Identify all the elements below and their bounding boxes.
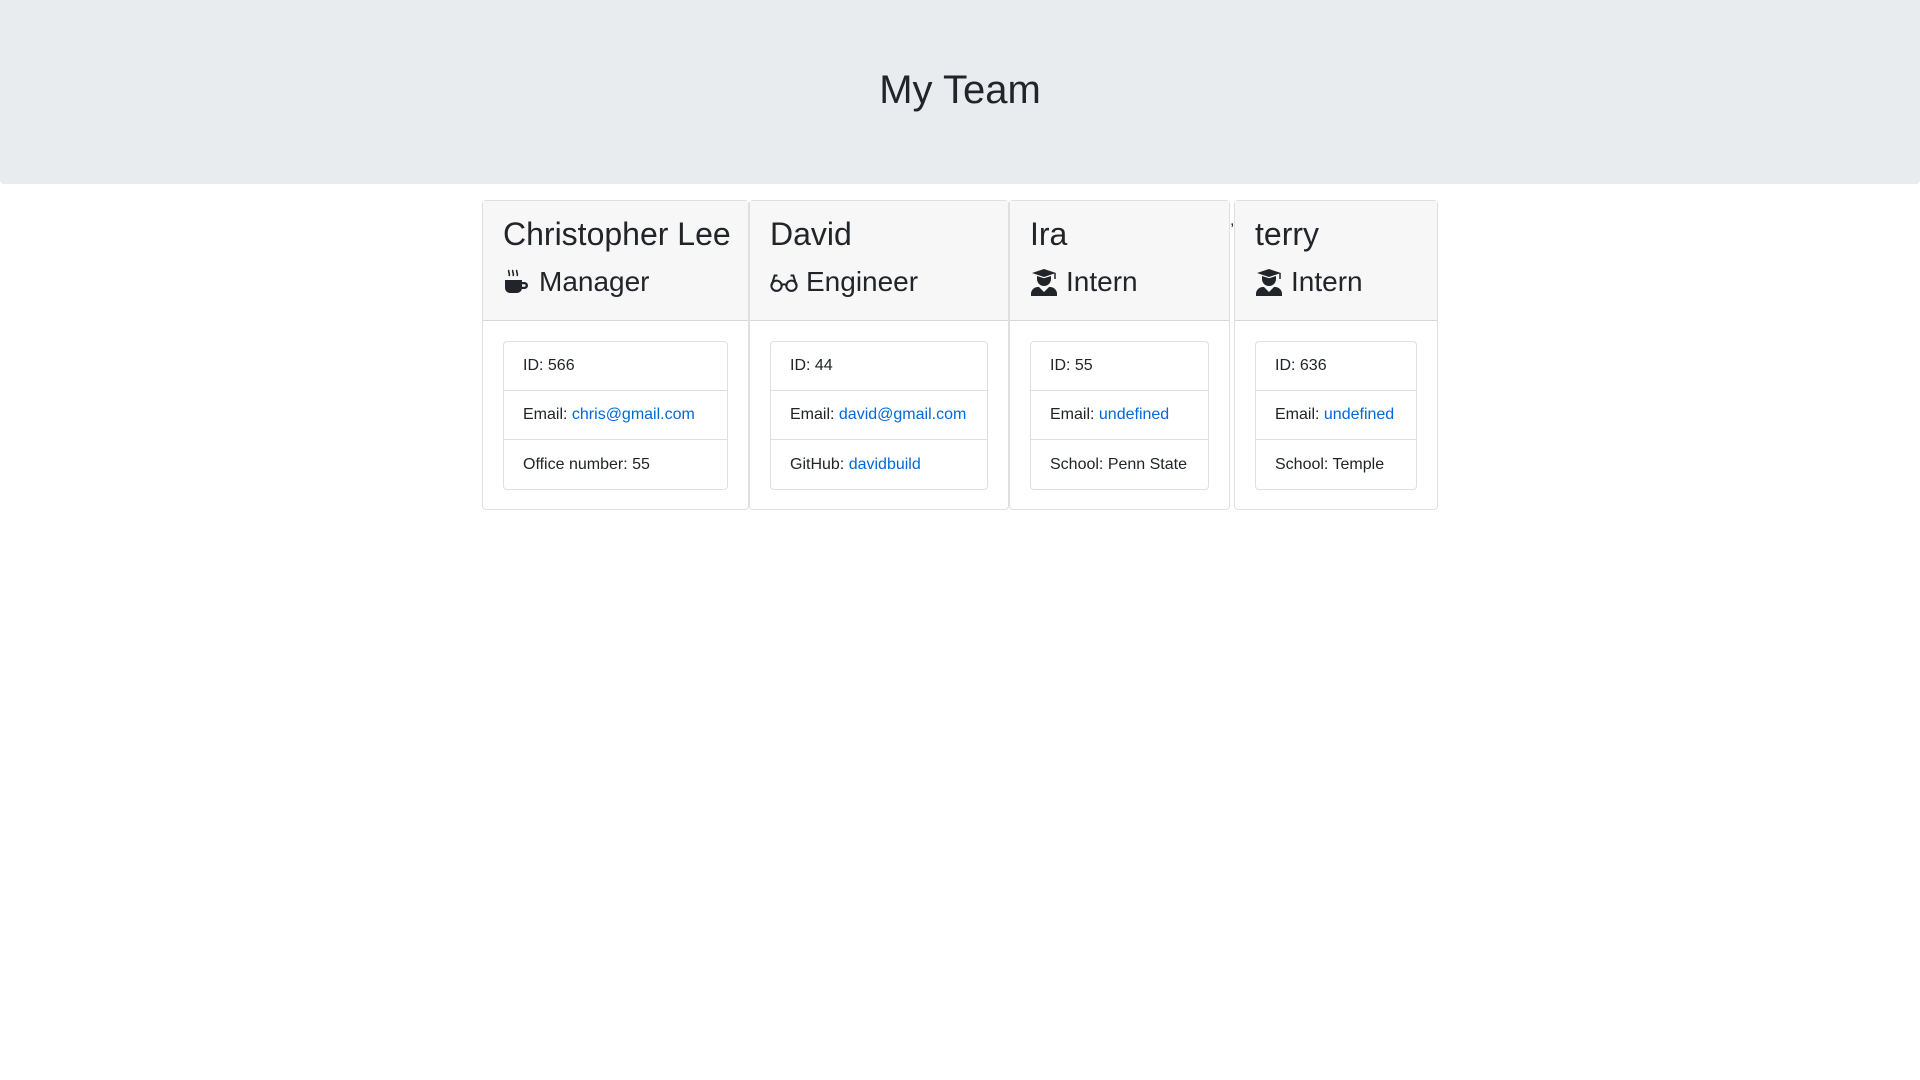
employee-card-manager: Christopher Lee Manager ID: 566 Email: c… — [482, 200, 749, 510]
employee-card-engineer: David Engineer ID: 44 Email: david@gmail… — [749, 200, 1009, 510]
employee-name: Christopher Lee — [503, 216, 731, 252]
email-label: Email: — [790, 406, 835, 423]
email-label: Email: — [523, 406, 568, 423]
employee-details: ID: 566 Email: chris@gmail.com Office nu… — [503, 341, 728, 490]
page-title: My Team — [879, 67, 1041, 112]
email-label: Email: — [1050, 406, 1095, 423]
employee-role: Intern — [1255, 265, 1417, 299]
employee-card-intern: Ira Intern ID: 55 Email: undefined Schoo… — [1009, 200, 1230, 510]
employee-id: ID: 566 — [504, 342, 727, 391]
employee-details: ID: 44 Email: david@gmail.com GitHub: da… — [770, 341, 988, 490]
role-label: Manager — [539, 266, 650, 297]
graduate-icon — [1255, 268, 1283, 296]
employee-id: ID: 44 — [771, 342, 987, 391]
employee-card-intern: terry Intern ID: 636 Email: undefined Sc… — [1234, 200, 1438, 510]
employee-name: Ira — [1030, 216, 1068, 252]
employee-email-row: Email: undefined — [1031, 391, 1208, 440]
employee-email-row: Email: undefined — [1256, 391, 1416, 440]
employee-role: Intern — [1030, 265, 1209, 299]
team-cards: Christopher Lee Manager ID: 566 Email: c… — [482, 200, 1438, 510]
school-row: School: Penn State — [1050, 455, 1187, 473]
employee-details: ID: 55 Email: undefined School: Penn Sta… — [1030, 341, 1209, 490]
email-link[interactable]: chris@gmail.com — [572, 406, 695, 424]
glasses-icon — [770, 268, 798, 296]
employee-email-row: Email: chris@gmail.com — [504, 391, 727, 440]
email-link[interactable]: david@gmail.com — [839, 406, 966, 424]
office-number: Office number: 55 — [523, 455, 650, 473]
employee-email-row: Email: david@gmail.com — [771, 391, 987, 440]
card-header: terry Intern — [1235, 201, 1437, 321]
github-link[interactable]: davidbuild — [849, 456, 921, 474]
stray-comma: , — [1230, 212, 1235, 229]
email-label: Email: — [1275, 406, 1320, 423]
school-row: School: Temple — [1275, 455, 1385, 473]
github-label: GitHub: — [790, 455, 845, 473]
employee-id: ID: 55 — [1031, 342, 1208, 391]
employee-role: Manager — [503, 265, 728, 299]
role-label: Intern — [1291, 266, 1363, 297]
employee-name: terry — [1255, 216, 1319, 252]
email-link[interactable]: undefined — [1099, 406, 1169, 424]
employee-id: ID: 636 — [1256, 342, 1416, 391]
header-banner: My Team — [0, 0, 1920, 184]
card-header: Christopher Lee Manager — [483, 201, 748, 321]
employee-details: ID: 636 Email: undefined School: Temple — [1255, 341, 1417, 490]
card-header: David Engineer — [750, 201, 1008, 321]
card-header: Ira Intern — [1010, 201, 1229, 321]
graduate-icon — [1030, 268, 1058, 296]
email-link[interactable]: undefined — [1324, 406, 1394, 424]
role-label: Engineer — [806, 266, 919, 297]
coffee-mug-icon — [503, 268, 531, 296]
github-row: GitHub: davidbuild — [771, 440, 987, 489]
role-label: Intern — [1066, 266, 1138, 297]
employee-role: Engineer — [770, 265, 988, 299]
employee-name: David — [770, 216, 852, 252]
